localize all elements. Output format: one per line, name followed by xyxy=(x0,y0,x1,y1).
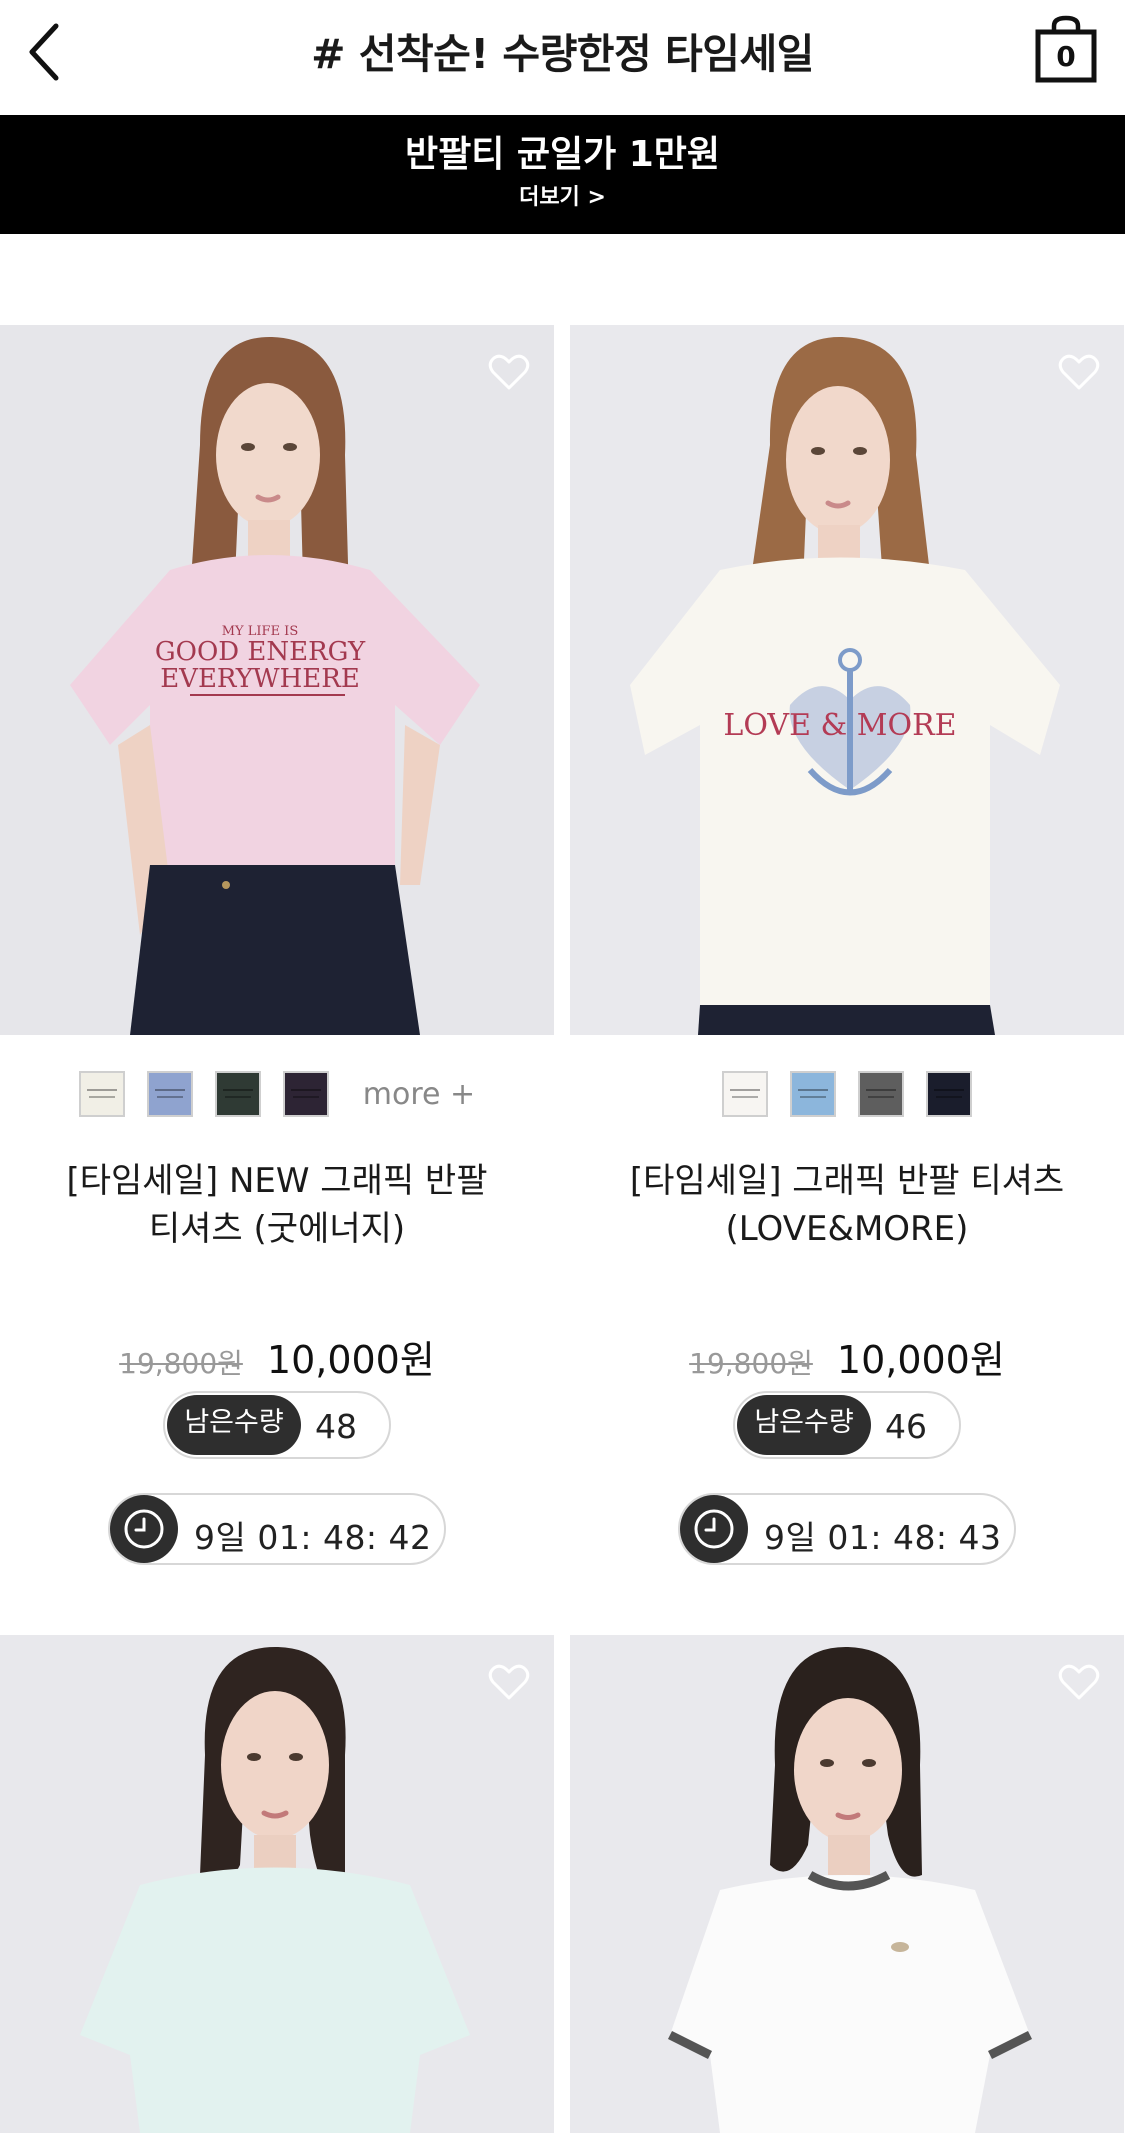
price-row: 19,800원 10,000원 xyxy=(570,1329,1124,1384)
cart-count-badge: 0 xyxy=(1056,40,1076,73)
product-name-line2: 티셔츠 (굿에너지) xyxy=(148,1209,406,1249)
clock-icon xyxy=(680,1495,748,1563)
color-swatches xyxy=(570,1071,1124,1117)
model-photo: MY LIFE IS GOOD ENERGY EVERYWHERE xyxy=(0,325,554,1035)
stock-label: 남은수량 xyxy=(737,1395,871,1455)
remaining-stock-pill: 남은수량 48 xyxy=(163,1391,391,1459)
swatch-color-2[interactable] xyxy=(790,1071,836,1117)
countdown-timer: 9일 01: 48: 42 xyxy=(108,1493,446,1565)
product-name[interactable]: [타임세일] 그래픽 반팔 티셔츠 (LOVE&MORE) xyxy=(590,1157,1104,1253)
swatch-color-1[interactable] xyxy=(78,1071,125,1117)
banner-more-link[interactable]: 더보기 > xyxy=(0,179,1125,211)
model-photo xyxy=(0,1635,554,2133)
top-bar: # 선착순! 수량한정 타임세일 0 xyxy=(0,0,1125,115)
swatch-color-3[interactable] xyxy=(858,1071,904,1117)
wishlist-heart-button[interactable] xyxy=(488,353,530,391)
product-image[interactable] xyxy=(570,1635,1124,2133)
product-card-love-more: LOVE & MORE [타임세일] 그래픽 반팔 티셔츠 (LOVE&MORE… xyxy=(570,325,1124,1585)
sale-price: 10,000원 xyxy=(266,1338,435,1382)
original-price: 19,800원 xyxy=(689,1347,813,1380)
wishlist-heart-button[interactable] xyxy=(1058,353,1100,391)
heart-icon xyxy=(1058,354,1100,390)
product-card-good-energy: MY LIFE IS GOOD ENERGY EVERYWHERE more +… xyxy=(0,325,554,1585)
print-text-1: GOOD ENERGY xyxy=(155,637,366,667)
product-image[interactable]: MY LIFE IS GOOD ENERGY EVERYWHERE xyxy=(0,325,554,1035)
heart-icon xyxy=(488,354,530,390)
timer-value: 9일 01: 48: 43 xyxy=(764,1518,1002,1557)
wishlist-heart-button[interactable] xyxy=(1058,1663,1100,1701)
price-row: 19,800원 10,000원 xyxy=(0,1329,554,1384)
swatch-color-4[interactable] xyxy=(282,1071,329,1117)
swatch-color-4[interactable] xyxy=(926,1071,972,1117)
product-name-line1: [타임세일] NEW 그래픽 반팔 xyxy=(66,1161,488,1201)
swatch-color-2[interactable] xyxy=(146,1071,193,1117)
stock-label: 남은수량 xyxy=(167,1395,301,1455)
product-image[interactable] xyxy=(0,1635,554,2133)
product-name-line2: (LOVE&MORE) xyxy=(725,1209,969,1249)
stock-count: 46 xyxy=(885,1407,927,1446)
countdown-timer: 9일 01: 48: 43 xyxy=(678,1493,1016,1565)
model-photo xyxy=(570,1635,1124,2133)
print-text-1: LOVE & MORE xyxy=(723,708,956,743)
page-title: # 선착순! 수량한정 타임세일 xyxy=(311,30,814,78)
timer-value: 9일 01: 48: 42 xyxy=(194,1518,432,1557)
color-swatches: more + xyxy=(0,1071,554,1117)
product-image[interactable]: LOVE & MORE xyxy=(570,325,1124,1035)
promo-banner[interactable]: 반팔티 균일가 1만원 더보기 > xyxy=(0,115,1125,234)
remaining-stock-pill: 남은수량 46 xyxy=(733,1391,961,1459)
wishlist-heart-button[interactable] xyxy=(488,1663,530,1701)
banner-title: 반팔티 균일가 1만원 xyxy=(404,134,721,175)
heart-icon xyxy=(1058,1664,1100,1700)
heart-icon xyxy=(488,1664,530,1700)
clock-icon xyxy=(110,1495,178,1563)
more-colors-link[interactable]: more + xyxy=(363,1077,475,1112)
model-photo: LOVE & MORE xyxy=(570,325,1124,1035)
print-text-2: EVERYWHERE xyxy=(160,664,360,694)
original-price: 19,800원 xyxy=(119,1347,243,1380)
stock-count: 48 xyxy=(315,1407,357,1446)
swatch-color-1[interactable] xyxy=(722,1071,768,1117)
product-name[interactable]: [타임세일] NEW 그래픽 반팔 티셔츠 (굿에너지) xyxy=(20,1157,534,1253)
product-card-4 xyxy=(570,1635,1124,2133)
cart-button[interactable]: 0 xyxy=(1034,14,1098,84)
product-card-3 xyxy=(0,1635,554,2133)
sale-price: 10,000원 xyxy=(836,1338,1005,1382)
product-name-line1: [타임세일] 그래픽 반팔 티셔츠 xyxy=(629,1161,1065,1201)
swatch-color-3[interactable] xyxy=(214,1071,261,1117)
